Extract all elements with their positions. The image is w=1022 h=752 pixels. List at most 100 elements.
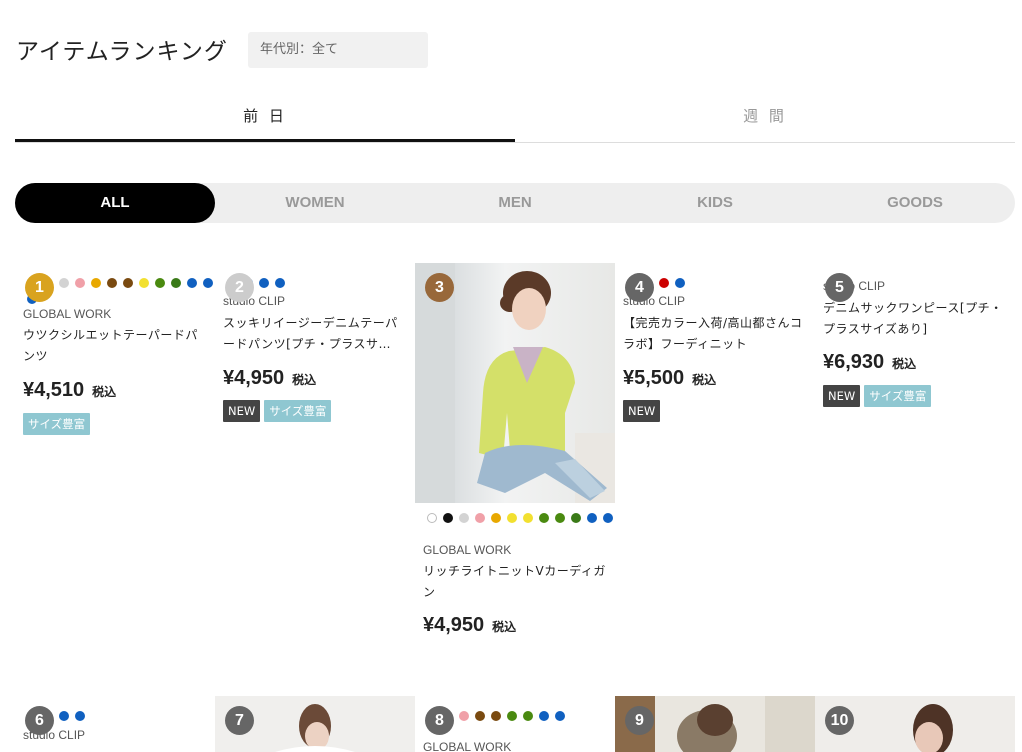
period-tabs: 前 日 週 間	[15, 95, 1015, 143]
color-swatch[interactable]	[491, 711, 501, 721]
color-swatch[interactable]	[603, 513, 613, 523]
product-price: ¥6,930 税込	[823, 351, 916, 374]
color-swatch[interactable]	[523, 513, 533, 523]
color-swatch[interactable]	[203, 278, 213, 288]
category-all[interactable]: ALL	[15, 183, 215, 223]
product-name[interactable]: リッチライトニットVカーディガン	[423, 561, 608, 603]
category-men[interactable]: MEN	[415, 183, 615, 223]
tax-label: 税込	[692, 373, 717, 387]
product-price: ¥4,950 税込	[223, 367, 316, 390]
color-swatch[interactable]	[555, 513, 565, 523]
color-swatch[interactable]	[187, 278, 197, 288]
color-swatch[interactable]	[459, 513, 469, 523]
rank-badge: 9	[625, 706, 654, 735]
size-tag: サイズ豊富	[23, 413, 91, 435]
product-name[interactable]: ウツクシルエットテーパードパンツ	[23, 325, 208, 367]
color-swatch[interactable]	[459, 711, 469, 721]
brand-name: GLOBAL WORK	[23, 307, 112, 321]
color-swatch[interactable]	[75, 711, 85, 721]
color-swatches	[27, 711, 217, 721]
tab-daily[interactable]: 前 日	[15, 95, 515, 142]
product-card-6[interactable]: 6 studio CLIP	[15, 696, 215, 752]
category-kids[interactable]: KIDS	[615, 183, 815, 223]
color-swatch[interactable]	[555, 711, 565, 721]
product-name[interactable]: デニムサックワンピース[プチ・プラスサイズあり]	[823, 298, 1008, 340]
rank-badge: 7	[225, 706, 254, 735]
color-swatch[interactable]	[443, 513, 453, 523]
product-tags: NEW サイズ豊富	[223, 400, 332, 422]
color-swatch[interactable]	[123, 278, 133, 288]
product-tags: サイズ豊富	[23, 413, 91, 435]
brand-name: GLOBAL WORK	[423, 543, 512, 557]
color-swatch[interactable]	[475, 513, 485, 523]
rank-badge: 5	[825, 273, 854, 302]
product-card-8[interactable]: 8 GLOBAL WORK	[415, 696, 615, 752]
product-card-5[interactable]: 5 studio CLIP デニムサックワンピース[プチ・プラスサイズあり] ¥…	[815, 263, 1015, 463]
color-swatch[interactable]	[539, 513, 549, 523]
color-swatch[interactable]	[539, 711, 549, 721]
new-tag: NEW	[823, 385, 861, 407]
color-swatch[interactable]	[507, 513, 517, 523]
category-goods[interactable]: GOODS	[815, 183, 1015, 223]
rank-badge: 3	[425, 273, 454, 302]
product-name[interactable]: 【完売カラー入荷/高山都さんコラボ】フーディニット	[623, 313, 808, 355]
price-value: ¥5,500	[623, 367, 685, 389]
rank-badge: 8	[425, 706, 454, 735]
price-value: ¥4,950	[223, 367, 285, 389]
color-swatch[interactable]	[75, 278, 85, 288]
color-swatches	[627, 278, 817, 288]
color-swatches	[227, 278, 417, 288]
product-card-3[interactable]: 3 GLOBAL WORK リッチライトニットVカーディガン ¥4,950 税込	[415, 263, 615, 643]
color-swatch[interactable]	[571, 513, 581, 523]
category-filter: ALL WOMEN MEN KIDS GOODS	[15, 183, 1015, 223]
color-swatch[interactable]	[59, 711, 69, 721]
new-tag: NEW	[223, 400, 261, 422]
age-filter-select[interactable]: 年代別：全て	[248, 32, 428, 68]
color-swatches	[427, 513, 617, 523]
color-swatch[interactable]	[259, 278, 269, 288]
tax-label: 税込	[292, 373, 317, 387]
rank-badge: 10	[825, 706, 854, 735]
product-card-4[interactable]: 4 studio CLIP 【完売カラー入荷/高山都さんコラボ】フーディニット …	[615, 263, 815, 463]
product-tags: NEW サイズ豊富	[823, 385, 932, 407]
price-value: ¥4,510	[23, 379, 85, 401]
product-price: ¥5,500 税込	[623, 367, 716, 390]
category-women[interactable]: WOMEN	[215, 183, 415, 223]
tab-weekly[interactable]: 週 間	[515, 95, 1015, 142]
color-swatch[interactable]	[91, 278, 101, 288]
tax-label: 税込	[492, 620, 517, 634]
product-card-1[interactable]: 1 GLOBAL WORK ウツクシルエットテーパードパンツ ¥4,510 税込 …	[15, 263, 215, 463]
product-card-10[interactable]: 10	[815, 696, 1015, 752]
rank-badge: 2	[225, 273, 254, 302]
color-swatch[interactable]	[491, 513, 501, 523]
tax-label: 税込	[92, 385, 117, 399]
product-price: ¥4,950 税込	[423, 614, 516, 637]
color-swatch[interactable]	[523, 711, 533, 721]
color-swatch[interactable]	[155, 278, 165, 288]
color-swatch[interactable]	[475, 711, 485, 721]
page-title: アイテムランキング	[16, 39, 228, 65]
color-swatch[interactable]	[587, 513, 597, 523]
color-swatch[interactable]	[427, 513, 437, 523]
product-price: ¥4,510 税込	[23, 379, 116, 402]
color-swatch[interactable]	[139, 278, 149, 288]
color-swatches	[427, 711, 617, 721]
product-card-9[interactable]: 9	[615, 696, 815, 752]
color-swatch[interactable]	[659, 278, 669, 288]
product-card-2[interactable]: 2 studio CLIP スッキリイージーデニムテーパードパンツ[プチ・プラス…	[215, 263, 415, 463]
color-swatch[interactable]	[275, 278, 285, 288]
product-name[interactable]: スッキリイージーデニムテーパードパンツ[プチ・プラスサ…	[223, 313, 408, 355]
color-swatch[interactable]	[675, 278, 685, 288]
brand-name: GLOBAL WORK	[423, 740, 512, 752]
color-swatch[interactable]	[59, 278, 69, 288]
product-tags: NEW	[623, 400, 661, 422]
color-swatch[interactable]	[107, 278, 117, 288]
tax-label: 税込	[892, 357, 917, 371]
color-swatch[interactable]	[171, 278, 181, 288]
size-tag: サイズ豊富	[864, 385, 932, 407]
rank-badge: 1	[25, 273, 54, 302]
color-swatch[interactable]	[507, 711, 517, 721]
price-value: ¥4,950	[423, 614, 485, 636]
rank-badge: 6	[25, 706, 54, 735]
product-card-7[interactable]: 7	[215, 696, 415, 752]
